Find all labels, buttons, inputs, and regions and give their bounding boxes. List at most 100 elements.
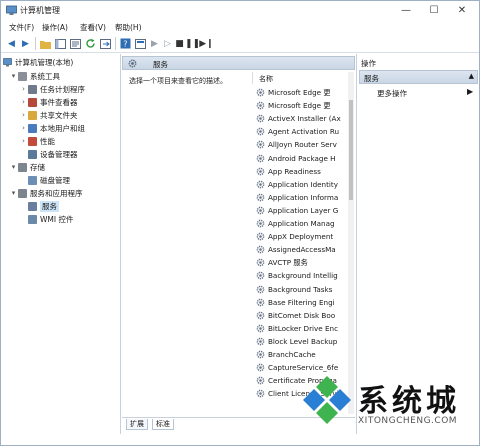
service-row[interactable]: Application Informa <box>256 191 338 204</box>
collapsed-chevron-icon[interactable]: › <box>19 124 28 132</box>
service-row[interactable]: AssignedAccessMa <box>256 243 336 256</box>
more-actions[interactable]: 更多操作 <box>377 88 407 99</box>
tree-item-label: 性能 <box>40 136 55 146</box>
actions-title: 操作 <box>361 59 376 68</box>
tree-item[interactable]: ▾ 存储 <box>9 161 45 173</box>
tree-item[interactable]: 服务 <box>19 200 59 212</box>
minimize-button[interactable]: — <box>392 1 420 20</box>
menu-action[interactable]: 操作(A) <box>42 22 68 33</box>
tree-item-icon <box>18 188 27 198</box>
refresh-icon[interactable] <box>84 37 97 50</box>
expanded-chevron-icon[interactable]: ▾ <box>9 189 18 197</box>
service-row[interactable]: Block Level Backup <box>256 335 337 348</box>
service-gear-icon <box>256 88 265 97</box>
service-row[interactable]: ActiveX Installer (Ax <box>256 112 341 125</box>
tree-item-icon <box>28 110 37 120</box>
service-row[interactable]: AllJoyn Router Serv <box>256 138 337 151</box>
submenu-arrow-icon[interactable]: ▶ <box>467 87 473 96</box>
restart-service-icon[interactable]: ▶❙ <box>199 37 213 50</box>
vertical-scrollbar[interactable] <box>348 72 354 414</box>
service-row[interactable]: AVCTP 服务 <box>256 256 308 269</box>
services-header-title: 服务 <box>153 60 168 69</box>
start-service-icon[interactable]: ▶ <box>148 37 161 50</box>
tree-item[interactable]: › 任务计划程序 <box>19 83 85 95</box>
expanded-chevron-icon[interactable]: ▾ <box>9 72 18 80</box>
help-icon[interactable]: ? <box>119 37 132 50</box>
service-row[interactable]: Agent Activation Ru <box>256 125 339 138</box>
service-row[interactable]: Android Package H <box>256 152 336 165</box>
service-name: Android Package H <box>268 153 336 163</box>
service-name: Block Level Backup <box>268 336 338 346</box>
watermark-url: XITONGCHENG.COM <box>358 416 458 426</box>
menu-help[interactable]: 帮助(H) <box>115 22 142 33</box>
service-gear-icon <box>256 219 265 228</box>
service-row[interactable]: Application Identity <box>256 178 338 191</box>
service-gear-icon <box>256 376 265 385</box>
tree-item[interactable]: 设备管理器 <box>19 148 78 160</box>
toolbar: ◀ ▶ ? ▶ ▷ ■ ❚❚ ▶❙ <box>1 34 479 53</box>
service-row[interactable]: AppX Deployment <box>256 230 333 243</box>
tree-item-label: 任务计划程序 <box>40 84 85 94</box>
tree-item[interactable]: › 共享文件夹 <box>19 109 78 121</box>
forward-arrow-icon[interactable]: ▶ <box>19 37 32 50</box>
service-gear-icon <box>256 363 265 372</box>
service-row[interactable]: Microsoft Edge 更 <box>256 99 331 112</box>
maximize-button[interactable]: ☐ <box>420 1 448 20</box>
menu-view[interactable]: 查看(V) <box>80 22 106 33</box>
export-list-icon[interactable] <box>69 37 82 50</box>
export-icon[interactable] <box>99 37 112 50</box>
tree-item-icon <box>18 71 27 81</box>
service-row[interactable]: Application Manag <box>256 217 335 230</box>
collapse-up-icon[interactable]: ▲ <box>469 72 474 80</box>
title-bar: 计算机管理 — ☐ ✕ <box>1 1 479 20</box>
svg-text:?: ? <box>123 40 127 49</box>
tree-item-icon <box>28 97 37 107</box>
service-name: App Readiness <box>268 166 321 176</box>
actions-section-services[interactable]: 服务 ▲ <box>359 70 478 84</box>
tab-extended[interactable]: 扩展 <box>126 419 148 430</box>
tree-item[interactable]: › 本地用户和组 <box>19 122 85 134</box>
menu-file[interactable]: 文件(F) <box>9 22 34 33</box>
column-divider[interactable] <box>252 72 253 84</box>
tree-item[interactable]: WMI 控件 <box>19 213 73 225</box>
service-row[interactable]: BranchCache <box>256 348 316 361</box>
collapsed-chevron-icon[interactable]: › <box>19 137 28 145</box>
tree-root-label: 计算机管理(本地) <box>15 57 74 67</box>
tree-item[interactable]: › 事件查看器 <box>19 96 78 108</box>
service-row[interactable]: BitLocker Drive Enc <box>256 322 338 335</box>
close-button[interactable]: ✕ <box>448 1 476 20</box>
service-row[interactable]: Application Layer G <box>256 204 338 217</box>
collapsed-chevron-icon[interactable]: › <box>19 111 28 119</box>
back-arrow-icon[interactable]: ◀ <box>5 37 18 50</box>
service-row[interactable]: Background Intellig <box>256 269 338 282</box>
tree-item-icon <box>28 214 37 224</box>
service-gear-icon <box>256 324 265 333</box>
collapsed-chevron-icon[interactable]: › <box>19 98 28 106</box>
tab-standard[interactable]: 标准 <box>152 419 174 430</box>
up-folder-icon[interactable] <box>39 37 52 50</box>
tree-item-icon <box>28 175 37 185</box>
console-tree-icon[interactable] <box>54 37 67 50</box>
tree-item[interactable]: 磁盘管理 <box>19 174 70 186</box>
collapsed-chevron-icon[interactable]: › <box>19 85 28 93</box>
tree-item[interactable]: › 性能 <box>19 135 55 147</box>
service-name: CaptureService_6fe <box>268 363 339 373</box>
service-row[interactable]: Base Filtering Engi <box>256 296 335 309</box>
service-gear-icon <box>256 141 265 149</box>
column-header-name[interactable]: 名称 <box>259 74 273 84</box>
watermark-logo-icon <box>303 376 351 424</box>
service-gear-icon <box>256 114 265 123</box>
tree-item[interactable]: ▾ 系统工具 <box>9 70 60 82</box>
properties-icon[interactable] <box>134 37 147 50</box>
pause-service-icon[interactable]: ❚❚ <box>185 37 200 50</box>
service-row[interactable]: Background Tasks <box>256 283 332 296</box>
computer-icon <box>3 57 12 66</box>
scrollbar-thumb[interactable] <box>349 100 353 200</box>
tree-root[interactable]: 计算机管理(本地) <box>3 56 73 68</box>
tree-item[interactable]: ▾ 服务和应用程序 <box>9 187 83 199</box>
console-tree: 计算机管理(本地) ▾ 系统工具 › 任务计划程序 › 事件查看器 › 共享文件夹 › 本地用户和… <box>1 54 121 434</box>
service-row[interactable]: Microsoft Edge 更 <box>256 86 331 99</box>
service-row[interactable]: BitComet Disk Boo <box>256 309 335 322</box>
service-row[interactable]: App Readiness <box>256 165 321 178</box>
expanded-chevron-icon[interactable]: ▾ <box>9 163 18 171</box>
